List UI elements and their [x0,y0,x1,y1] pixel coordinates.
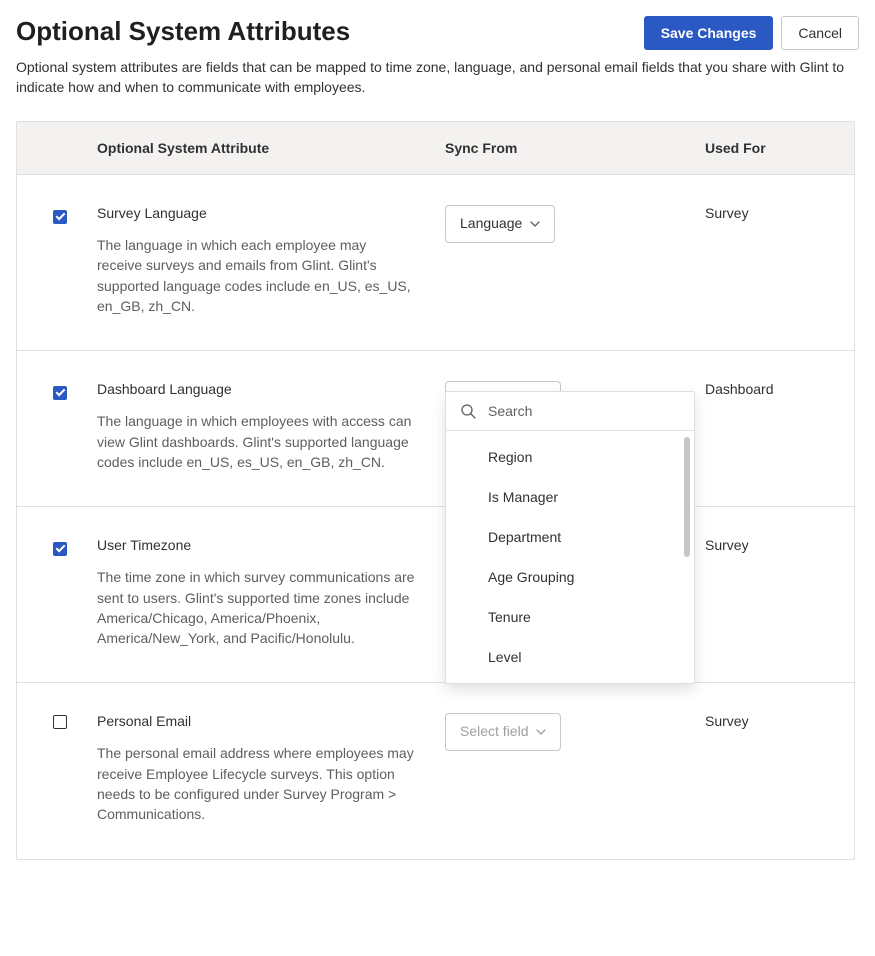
table-row: Survey Language The language in which eac… [17,175,854,351]
cancel-button[interactable]: Cancel [781,16,859,50]
dropdown-option[interactable]: Level [446,637,694,677]
sync-from-select[interactable]: Language [445,205,555,243]
attribute-title: User Timezone [97,537,415,553]
attribute-description: The personal email address where employe… [97,743,415,824]
chevron-down-icon [536,727,546,737]
dropdown-option[interactable]: Region [446,437,694,477]
sync-from-dropdown: RegionIs ManagerDepartmentAge GroupingTe… [445,391,695,684]
dropdown-scrollbar[interactable] [684,437,690,557]
table-row: User Timezone The time zone in which surv… [17,507,854,683]
attribute-description: The time zone in which survey communicat… [97,567,415,648]
save-changes-button[interactable]: Save Changes [644,16,774,50]
table-header-row: Optional System Attribute Sync From Used… [17,122,854,175]
dropdown-option[interactable]: Age Grouping [446,557,694,597]
chevron-down-icon [530,219,540,229]
column-header-used-for: Used For [705,140,854,156]
dropdown-search-input[interactable] [486,402,680,420]
row-checkbox[interactable] [53,715,67,729]
used-for-value: Dashboard [705,381,854,472]
attribute-description: The language in which employees with acc… [97,411,415,472]
table-row: Personal Email The personal email address… [17,683,854,858]
column-header-sync-from: Sync From [445,140,705,156]
row-checkbox[interactable] [53,210,67,224]
column-header-attribute: Optional System Attribute [97,140,445,156]
select-label: Select field [460,722,528,742]
used-for-value: Survey [705,713,854,824]
used-for-value: Survey [705,537,854,648]
table-row: Dashboard Language The language in which … [17,351,854,507]
row-checkbox[interactable] [53,386,67,400]
used-for-value: Survey [705,205,854,316]
attributes-table: Optional System Attribute Sync From Used… [16,121,855,859]
dropdown-option[interactable]: Department [446,517,694,557]
select-label: Language [460,214,522,234]
attribute-title: Personal Email [97,713,415,729]
attribute-title: Survey Language [97,205,415,221]
dropdown-option[interactable]: Tenure [446,597,694,637]
attribute-title: Dashboard Language [97,381,415,397]
attribute-description: The language in which each employee may … [97,235,415,316]
page-description: Optional system attributes are fields th… [16,58,846,97]
header-actions: Save Changes Cancel [644,16,859,50]
page-title: Optional System Attributes [16,16,350,47]
sync-from-select: Select field [445,713,561,751]
search-icon [460,403,476,419]
row-checkbox[interactable] [53,542,67,556]
dropdown-option[interactable]: Is Manager [446,477,694,517]
